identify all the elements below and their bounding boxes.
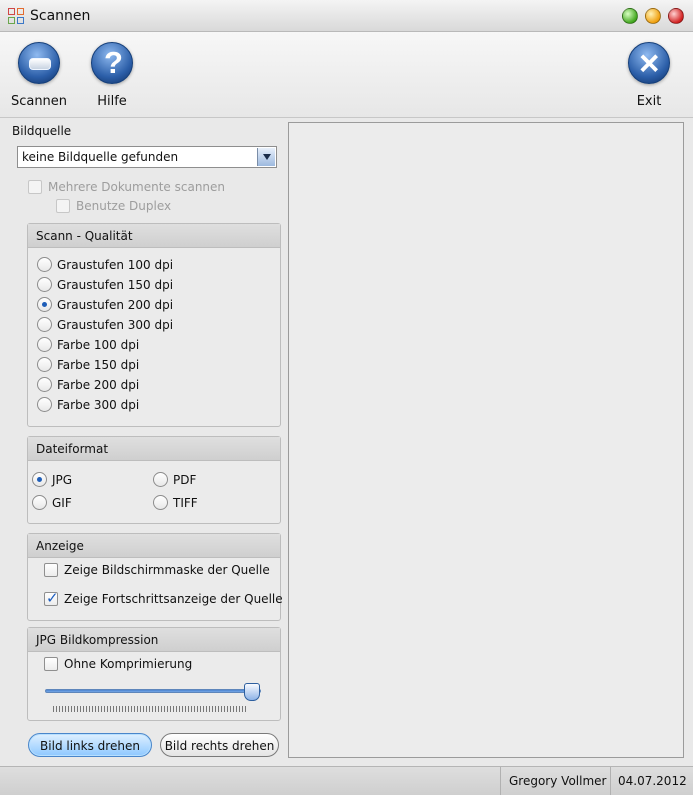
radio-icon[interactable]: [37, 337, 52, 352]
radio-icon[interactable]: [37, 377, 52, 392]
radio-icon[interactable]: [37, 277, 52, 292]
status-user: Gregory Vollmer: [500, 767, 610, 795]
quality-option-label: Farbe 300 dpi: [57, 397, 140, 412]
format-label: GIF: [52, 495, 72, 510]
scanner-icon: [18, 42, 60, 84]
display-progress-label: Zeige Fortschrittsanzeige der Quelle: [64, 592, 283, 606]
help-label: Hilfe: [97, 94, 127, 109]
quality-option-3[interactable]: Graustufen 200 dpi: [37, 297, 173, 312]
radio-icon[interactable]: [37, 317, 52, 332]
maximize-button[interactable]: [645, 8, 661, 24]
titlebar: Scannen: [0, 0, 693, 32]
format-label: PDF: [173, 472, 197, 487]
quality-option-label: Graustufen 300 dpi: [57, 317, 174, 332]
jpg-compression-title: JPG Bildkompression: [28, 628, 280, 652]
quality-option-1[interactable]: Graustufen 100 dpi: [37, 257, 173, 272]
format-pdf-option[interactable]: PDF: [153, 472, 196, 487]
exit-button[interactable]: × Exit: [627, 42, 671, 109]
rotate-left-button[interactable]: Bild links drehen: [28, 733, 152, 757]
statusbar: Gregory Vollmer 04.07.2012: [0, 766, 693, 795]
radio-icon[interactable]: [37, 297, 52, 312]
quality-option-7[interactable]: Farbe 200 dpi: [37, 377, 139, 392]
image-source-value: keine Bildquelle gefunden: [22, 150, 179, 164]
no-compression-option[interactable]: Ohne Komprimierung: [44, 657, 192, 671]
quality-option-6[interactable]: Farbe 150 dpi: [37, 357, 139, 372]
format-gif-option[interactable]: GIF: [32, 495, 72, 510]
radio-icon[interactable]: [32, 495, 47, 510]
image-preview-area: [288, 122, 684, 758]
radio-icon[interactable]: [153, 472, 168, 487]
format-tiff-option[interactable]: TIFF: [153, 495, 198, 510]
radio-icon[interactable]: [153, 495, 168, 510]
exit-icon: ×: [628, 42, 670, 84]
quality-option-5[interactable]: Farbe 100 dpi: [37, 337, 139, 352]
display-mask-label: Zeige Bildschirmmaske der Quelle: [64, 563, 270, 577]
help-button[interactable]: ? Hilfe: [90, 42, 134, 109]
status-date: 04.07.2012: [610, 767, 693, 795]
image-source-label: Bildquelle: [12, 124, 72, 138]
radio-icon[interactable]: [37, 257, 52, 272]
file-format-title: Dateiformat: [28, 437, 280, 461]
format-label: TIFF: [173, 495, 198, 510]
display-title: Anzeige: [28, 534, 280, 558]
display-progress-option[interactable]: Zeige Fortschrittsanzeige der Quelle: [44, 589, 283, 607]
window-title: Scannen: [30, 8, 91, 24]
rotate-right-button[interactable]: Bild rechts drehen: [160, 733, 279, 757]
format-label: JPG: [52, 472, 73, 487]
rotate-right-label: Bild rechts drehen: [164, 739, 275, 753]
rotate-left-label: Bild links drehen: [40, 739, 140, 753]
help-icon: ?: [91, 42, 133, 84]
quality-option-4[interactable]: Graustufen 300 dpi: [37, 317, 173, 332]
quality-option-2[interactable]: Graustufen 150 dpi: [37, 277, 173, 292]
duplex-checkbox[interactable]: [56, 199, 70, 213]
quality-option-label: Farbe 100 dpi: [57, 337, 140, 352]
display-group: Anzeige: [27, 533, 281, 621]
scan-label: Scannen: [10, 94, 68, 109]
quality-option-8[interactable]: Farbe 300 dpi: [37, 397, 139, 412]
scan-button[interactable]: Scannen: [10, 42, 68, 109]
format-jpg-option[interactable]: JPG: [32, 472, 72, 487]
radio-icon[interactable]: [32, 472, 47, 487]
app-icon: [8, 8, 24, 24]
multi-docs-option[interactable]: Mehrere Dokumente scannen: [28, 180, 225, 194]
exit-label: Exit: [636, 94, 662, 109]
display-mask-checkbox[interactable]: [44, 563, 58, 577]
duplex-option[interactable]: Benutze Duplex: [56, 199, 171, 213]
radio-icon[interactable]: [37, 357, 52, 372]
quality-option-label: Graustufen 150 dpi: [57, 277, 174, 292]
quality-option-label: Graustufen 100 dpi: [57, 257, 174, 272]
no-compression-checkbox[interactable]: [44, 657, 58, 671]
quality-option-label: Graustufen 200 dpi: [57, 297, 174, 312]
dropdown-arrow-icon[interactable]: [257, 148, 275, 166]
quality-option-label: Farbe 150 dpi: [57, 357, 140, 372]
image-source-select[interactable]: keine Bildquelle gefunden: [17, 146, 277, 168]
compression-slider-ticks: [53, 706, 246, 712]
display-progress-checkbox[interactable]: [44, 589, 59, 607]
multi-docs-checkbox[interactable]: [28, 180, 42, 194]
radio-icon[interactable]: [37, 397, 52, 412]
window-close-button[interactable]: [668, 8, 684, 24]
compression-slider-thumb[interactable]: [244, 683, 260, 701]
toolbar: Scannen ? Hilfe × Exit: [0, 32, 693, 118]
multi-docs-label: Mehrere Dokumente scannen: [48, 180, 226, 194]
scan-quality-title: Scann - Qualität: [28, 224, 280, 248]
duplex-label: Benutze Duplex: [76, 199, 172, 213]
compression-slider-track[interactable]: [45, 689, 261, 693]
minimize-button[interactable]: [622, 8, 638, 24]
no-compression-label: Ohne Komprimierung: [64, 657, 193, 671]
display-mask-option[interactable]: Zeige Bildschirmmaske der Quelle: [44, 563, 270, 577]
quality-option-label: Farbe 200 dpi: [57, 377, 140, 392]
